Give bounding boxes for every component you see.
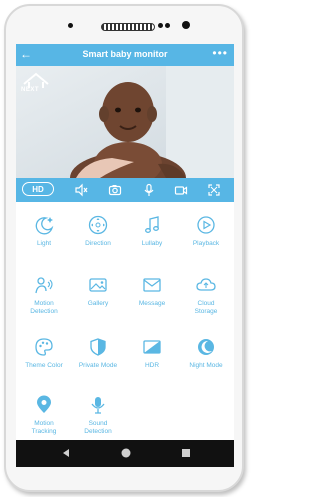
feature-light[interactable]: Light [16, 214, 72, 248]
feature-label: HDR [144, 362, 160, 369]
front-camera [182, 21, 190, 29]
camera-live-view[interactable]: NEXT [16, 66, 234, 178]
feature-label: Lullaby [141, 240, 163, 247]
snapshot-camera-icon[interactable] [108, 183, 122, 197]
feature-label: Motion Detection [30, 300, 58, 315]
hd-toggle-button[interactable]: HD [22, 182, 54, 196]
shield-icon [90, 338, 106, 356]
moon-icon [198, 339, 214, 355]
feature-sound-detection[interactable]: Sound Detection [70, 394, 126, 436]
record-video-icon[interactable] [174, 183, 188, 197]
feature-theme-color[interactable]: Theme Color [16, 336, 72, 370]
feature-cloud-storage[interactable]: Cloud Storage [178, 274, 234, 316]
nav-recents-icon[interactable] [180, 447, 192, 459]
feature-night-mode[interactable]: Night Mode [178, 336, 234, 370]
talk-microphone-icon[interactable] [142, 183, 156, 197]
feature-label: Playback [192, 240, 220, 247]
mute-icon[interactable] [74, 183, 88, 197]
feature-hdr[interactable]: HDR [124, 336, 180, 370]
feature-label: Light [36, 240, 52, 247]
motion-person-icon [35, 277, 53, 294]
cloud-icon [196, 278, 216, 291]
feature-motion-detection[interactable]: Motion Detection [16, 274, 72, 316]
phone-bezel-top [6, 6, 242, 42]
direction-pad-icon [88, 215, 108, 235]
feature-playback[interactable]: Playback [178, 214, 234, 248]
envelope-icon [143, 278, 161, 292]
microphone-icon [91, 397, 105, 414]
video-controls-bar: HD [16, 178, 234, 202]
music-note-icon [145, 216, 159, 233]
feature-label: Message [138, 300, 166, 307]
fullscreen-icon[interactable] [207, 183, 221, 197]
sensor-dot [68, 23, 73, 28]
feature-label: Theme Color [25, 362, 63, 369]
page-title: Smart baby monitor [82, 49, 168, 59]
play-circle-icon [197, 216, 215, 234]
earpiece-speaker [101, 23, 155, 31]
phone-frame: ← Smart baby monitor ••• NEXT HD Light D… [4, 4, 244, 492]
location-pin-icon [37, 395, 51, 413]
feature-label: Night Mode [189, 362, 223, 369]
nav-back-icon[interactable] [60, 447, 72, 459]
brand-logo-text: NEXT [21, 87, 40, 93]
feature-message[interactable]: Message [124, 274, 180, 308]
sensor-dot [158, 23, 163, 28]
feature-label: Sound Detection [84, 420, 112, 435]
sensor-dot [165, 23, 170, 28]
feature-label: Cloud Storage [194, 300, 218, 315]
app-titlebar: ← Smart baby monitor ••• [16, 44, 234, 66]
feature-label: Direction [85, 240, 111, 247]
android-nav-bar [16, 440, 234, 467]
more-dots-icon[interactable]: ••• [212, 46, 228, 60]
app-screen: ← Smart baby monitor ••• NEXT HD Light D… [16, 44, 234, 467]
feature-label: Gallery [87, 300, 109, 307]
palette-icon [35, 338, 53, 356]
feature-private-mode[interactable]: Private Mode [70, 336, 126, 370]
moon-star-icon [35, 217, 54, 235]
feature-lullaby[interactable]: Lullaby [124, 214, 180, 248]
feature-direction[interactable]: Direction [70, 214, 126, 248]
feature-gallery[interactable]: Gallery [70, 274, 126, 308]
gallery-icon [89, 278, 107, 292]
nav-home-icon[interactable] [120, 447, 132, 459]
feature-label: Private Mode [78, 362, 118, 369]
feature-label: Motion Tracking [31, 420, 57, 435]
feature-motion-tracking[interactable]: Motion Tracking [16, 394, 72, 436]
hdr-icon [143, 340, 161, 354]
